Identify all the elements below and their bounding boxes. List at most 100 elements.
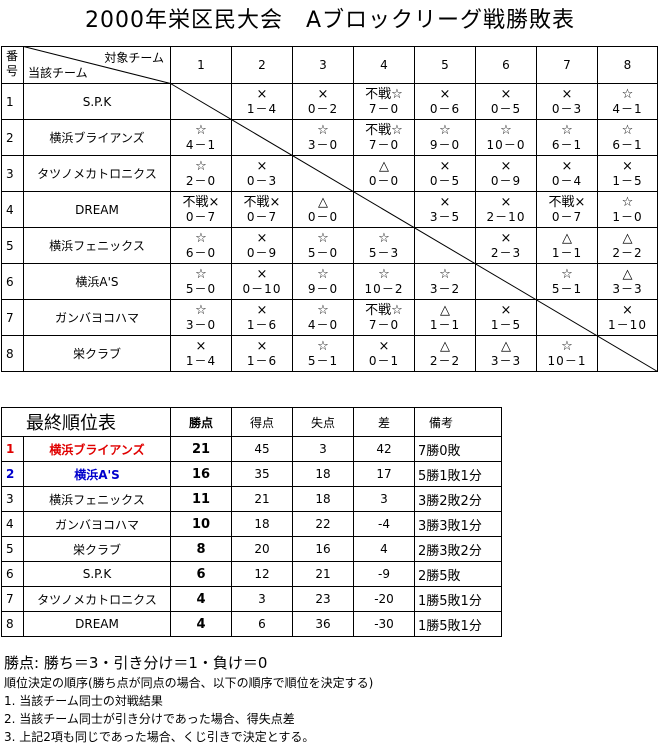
rank-points: 4 xyxy=(170,586,232,612)
rank-number: 6 xyxy=(1,561,24,587)
rank-scored: 6 xyxy=(231,611,293,637)
match-score: 5－1 xyxy=(307,353,339,368)
match-score: 9－0 xyxy=(429,137,461,152)
match-cell: × 1－5 xyxy=(597,155,658,192)
team-name: 横浜フェニックス xyxy=(23,227,171,264)
result-symbol: ☆ xyxy=(317,266,329,282)
rank-conceded: 23 xyxy=(292,586,354,612)
header-diff: 差 xyxy=(353,407,415,437)
rank-points: 16 xyxy=(170,461,232,487)
match-score: 0－4 xyxy=(551,173,583,188)
match-cell: ☆ 3－2 xyxy=(414,263,476,300)
result-symbol: △ xyxy=(562,230,572,246)
result-symbol: ☆ xyxy=(317,302,329,318)
match-score: 0－3 xyxy=(246,173,278,188)
rank-conceded: 36 xyxy=(292,611,354,637)
match-cell: ☆ 10－2 xyxy=(353,263,415,300)
match-score: 2－2 xyxy=(612,245,643,260)
column-header: 3 xyxy=(292,46,354,84)
match-cell: × 1－4 xyxy=(170,335,232,372)
match-cell: ☆ 5－0 xyxy=(170,263,232,300)
match-score: 3－2 xyxy=(429,281,461,296)
self-cell xyxy=(597,335,658,372)
match-cell: × 0－9 xyxy=(475,155,537,192)
rank-team: 栄クラブ xyxy=(23,536,171,562)
match-cell: ☆ 5－1 xyxy=(536,263,598,300)
rank-conceded: 18 xyxy=(292,486,354,512)
ranking-row: 4 ガンバヨコハマ 10 18 22 -4 3勝3敗1分 xyxy=(1,511,502,537)
result-symbol: ☆ xyxy=(621,86,634,102)
header-note: 備考 xyxy=(414,407,502,437)
match-cell: × 1－4 xyxy=(231,83,293,120)
match-cell: ☆ 3－0 xyxy=(292,119,354,156)
result-symbol: ☆ xyxy=(317,338,329,354)
match-cell: × 0－9 xyxy=(231,227,293,264)
result-symbol: × xyxy=(500,302,512,318)
team-name: タツノメカトロニクス xyxy=(23,155,171,192)
rank-team: 横浜フェニックス xyxy=(23,486,171,512)
league-row: 7 ガンバヨコハマ ☆ 3－0 × 1－6 ☆ 4－0 不戦☆ 7－0 △ 1－1 × 1－5 × 1－10 xyxy=(1,299,658,336)
match-cell: × 3－5 xyxy=(414,191,476,228)
league-row: 2 横浜ブライアンズ ☆ 4－1 ☆ 3－0 不戦☆ 7－0 ☆ 9－0 ☆ 10－0 ☆ 6－1 ☆ 6－1 xyxy=(1,119,658,156)
match-cell: 不戦☆ 7－0 xyxy=(353,299,415,336)
match-score: 2－0 xyxy=(185,173,217,188)
rank-note: 2勝3敗2分 xyxy=(414,536,502,562)
match-score: 1－1 xyxy=(551,245,583,260)
header-points: 勝点 xyxy=(170,407,232,437)
result-symbol: △ xyxy=(379,158,389,174)
match-cell: △ 1－1 xyxy=(536,227,598,264)
result-symbol: 不戦× xyxy=(243,194,281,210)
match-score: 0－1 xyxy=(368,353,400,368)
match-score: 4－0 xyxy=(307,317,339,332)
row-number: 2 xyxy=(1,119,24,156)
match-cell: ☆ 5－1 xyxy=(292,335,354,372)
rank-number: 4 xyxy=(1,511,24,537)
match-cell: 不戦☆ 7－0 xyxy=(353,83,415,120)
team-name: 栄クラブ xyxy=(23,335,171,372)
match-cell: × 0－10 xyxy=(231,263,293,300)
match-cell: 不戦☆ 7－0 xyxy=(353,119,415,156)
result-symbol: △ xyxy=(440,338,450,354)
result-symbol: ☆ xyxy=(195,302,207,318)
rank-diff: -20 xyxy=(353,586,415,612)
match-score: 6－1 xyxy=(551,137,583,152)
team-name: 横浜ブライアンズ xyxy=(23,119,171,156)
match-score: 0－0 xyxy=(307,209,339,224)
rank-note: 7勝0敗 xyxy=(414,436,502,462)
header-number-label: 番 号 xyxy=(6,49,19,78)
self-cell xyxy=(231,119,293,156)
rule-2: 2. 当該チーム同士が引き分けであった場合、得失点差 xyxy=(4,712,295,726)
ranking-row: 2 横浜A'S 16 35 18 17 5勝1敗1分 xyxy=(1,461,502,487)
rank-conceded: 21 xyxy=(292,561,354,587)
result-symbol: × xyxy=(439,194,451,210)
self-cell xyxy=(353,191,415,228)
match-score: 1－10 xyxy=(608,317,647,332)
column-header: 5 xyxy=(414,46,476,84)
row-number: 8 xyxy=(1,335,24,372)
result-symbol: × xyxy=(195,338,207,354)
rank-number: 5 xyxy=(1,536,24,562)
result-symbol: × xyxy=(256,338,268,354)
header-corner: 対象チーム 当該チーム xyxy=(23,46,171,84)
rank-scored: 45 xyxy=(231,436,293,462)
rank-diff: 42 xyxy=(353,436,415,462)
match-cell: × 0－3 xyxy=(231,155,293,192)
league-row: 6 横浜A'S ☆ 5－0 × 0－10 ☆ 9－0 ☆ 10－2 ☆ 3－2 ☆ 5－1 △ 3－3 xyxy=(1,263,658,300)
column-header: 2 xyxy=(231,46,293,84)
match-cell: ☆ 6－1 xyxy=(536,119,598,156)
rank-scored: 3 xyxy=(231,586,293,612)
rank-team: タツノメカトロニクス xyxy=(23,586,171,612)
row-number: 4 xyxy=(1,191,24,228)
rank-number: 2 xyxy=(1,461,24,487)
match-cell: ☆ 9－0 xyxy=(414,119,476,156)
match-score: 1－5 xyxy=(490,317,522,332)
self-cell xyxy=(292,155,354,192)
result-symbol: ☆ xyxy=(561,338,573,354)
match-cell: △ 0－0 xyxy=(353,155,415,192)
result-symbol: △ xyxy=(622,230,633,246)
match-cell: × 0－3 xyxy=(536,83,598,120)
result-symbol: 不戦☆ xyxy=(365,302,403,318)
match-score: 10－2 xyxy=(364,281,404,296)
row-number: 6 xyxy=(1,263,24,300)
match-cell: ☆ 9－0 xyxy=(292,263,354,300)
